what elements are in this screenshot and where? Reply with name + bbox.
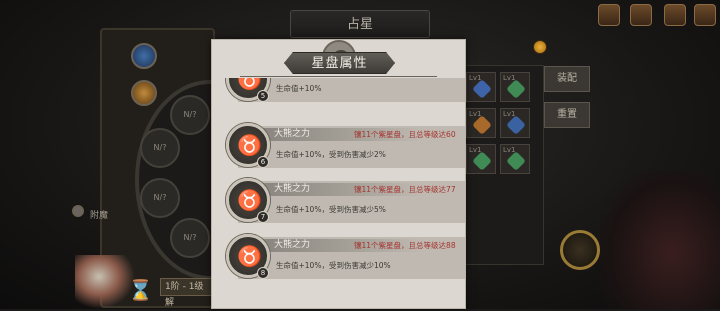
attribute-item: ♉ 5 生命值+10% xyxy=(226,78,465,108)
item-background xyxy=(238,78,465,102)
constellation-badge-icon: ♉ 8 xyxy=(226,234,270,279)
gem-slot[interactable]: Lv1 xyxy=(500,72,530,102)
settings-icon[interactable] xyxy=(694,4,716,26)
header-divider xyxy=(240,76,437,77)
tier-level-button[interactable]: 1阶 - 1级解 xyxy=(160,278,212,308)
blue-gem-icon xyxy=(506,115,526,135)
item-effect: 生命值+10% xyxy=(276,84,322,93)
wheel-node[interactable]: N/? xyxy=(170,95,210,135)
gem-slot[interactable]: Lv1 xyxy=(466,72,496,102)
bear-glyph-icon: ♉ xyxy=(237,188,262,212)
character-avatar xyxy=(75,255,135,309)
equip-button[interactable]: 装配 xyxy=(544,66,590,92)
green-gem-icon xyxy=(506,79,526,99)
constellation-badge-icon: ♉ 7 xyxy=(226,178,270,223)
badge-level: 5 xyxy=(257,90,269,102)
attribute-item: ♉ 6 大熊之力 镶11个紫星盘，且总等级达60 生命值+10%，受到伤害减少2… xyxy=(226,123,465,174)
item-name: 大熊之力 xyxy=(274,129,311,139)
attribute-list[interactable]: ♉ 5 生命值+10% ♉ 6 大熊之力 镶11个紫星盘，且总等级达60 生命值… xyxy=(212,78,465,308)
portrait-icon[interactable] xyxy=(664,4,686,26)
item-condition: 镶11个紫星盘，且总等级达88 xyxy=(354,241,456,250)
gem-slot[interactable]: Lv1 xyxy=(466,108,496,138)
bear-glyph-icon: ♉ xyxy=(237,244,262,268)
bear-glyph-icon: ♉ xyxy=(237,133,262,157)
gem-slot[interactable]: Lv1 xyxy=(500,108,530,138)
gem-slot[interactable]: Lv1 xyxy=(500,144,530,174)
item-name: 大熊之力 xyxy=(274,240,311,250)
enchant-icon xyxy=(72,205,84,217)
water-orb-icon[interactable] xyxy=(131,43,157,69)
cup-icon[interactable] xyxy=(630,4,652,26)
constellation-badge-icon: ♉ 5 xyxy=(226,78,270,102)
item-effect: 生命值+10%，受到伤害减少5% xyxy=(276,205,386,214)
green-gem-icon xyxy=(472,151,492,171)
orange-gem-icon xyxy=(472,115,492,135)
green-gem-icon xyxy=(506,151,526,171)
scenery-decoration xyxy=(600,170,720,309)
dialog-title: 星盘属性 xyxy=(284,52,395,74)
astrolabe-attributes-dialog: 星盘属性 ♉ 5 生命值+10% ♉ 6 大熊之力 镶11个紫星盘，且总等级达6… xyxy=(211,39,466,309)
fire-orb-icon[interactable] xyxy=(131,80,157,106)
chest-icon[interactable] xyxy=(598,4,620,26)
gem-slot[interactable]: Lv1 xyxy=(466,144,496,174)
wheel-node[interactable]: N/? xyxy=(140,178,180,218)
constellation-badge-icon: ♉ 6 xyxy=(226,123,270,168)
reset-button[interactable]: 重置 xyxy=(544,102,590,128)
badge-level: 7 xyxy=(257,211,269,223)
hourglass-icon: ⌛ xyxy=(128,278,153,302)
badge-level: 8 xyxy=(257,267,269,279)
coin-icon[interactable] xyxy=(533,40,547,54)
blue-gem-icon xyxy=(472,79,492,99)
item-condition: 镶11个紫星盘，且总等级达77 xyxy=(354,185,456,194)
wheel-node[interactable]: N/? xyxy=(170,218,210,258)
item-effect: 生命值+10%，受到伤害减少10% xyxy=(276,261,391,270)
item-name: 大熊之力 xyxy=(274,184,311,194)
item-effect: 生命值+10%，受到伤害减少2% xyxy=(276,150,386,159)
attribute-item: ♉ 7 大熊之力 镶11个紫星盘，且总等级达77 生命值+10%，受到伤害减少5… xyxy=(226,178,465,229)
attribute-item: ♉ 8 大熊之力 镶11个紫星盘，且总等级达88 生命值+10%，受到伤害减少1… xyxy=(226,234,465,285)
item-condition: 镶11个紫星盘，且总等级达60 xyxy=(354,130,456,139)
enchant-label: 附魔 xyxy=(90,211,109,221)
badge-level: 6 xyxy=(257,156,269,168)
wheel-node[interactable]: N/? xyxy=(140,128,180,168)
magic-orb-icon[interactable] xyxy=(560,230,600,270)
bear-glyph-icon: ♉ xyxy=(237,78,262,91)
astrology-tab-title: 占星 xyxy=(290,10,430,38)
